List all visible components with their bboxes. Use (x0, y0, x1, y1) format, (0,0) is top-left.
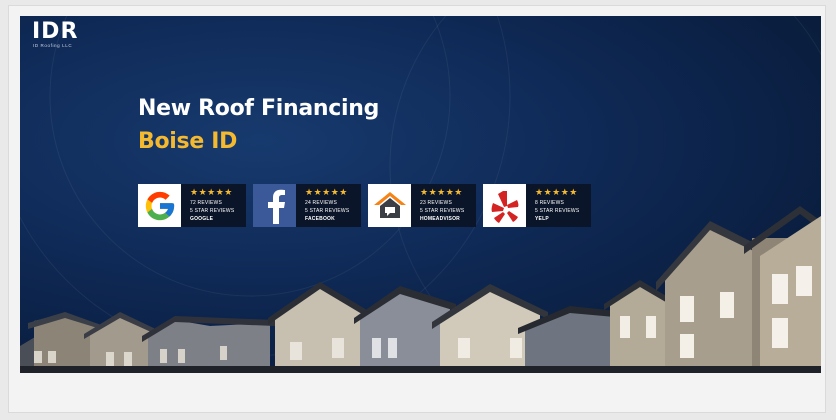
rating-stars: ★★★★★ (305, 187, 348, 197)
review-rating: 5 STAR REVIEWS (535, 208, 580, 214)
review-source: HOMEADVISOR (420, 216, 460, 222)
rating-stars: ★★★★★ (420, 187, 463, 197)
review-rating: 5 STAR REVIEWS (190, 208, 235, 214)
review-badge-facebook[interactable]: ★★★★★ 24 REVIEWS 5 STAR REVIEWS FACEBOOK (253, 184, 361, 227)
hero-subtitle: Boise ID (138, 129, 238, 154)
review-source: GOOGLE (190, 216, 214, 222)
review-badge-google[interactable]: ★★★★★ 72 REVIEWS 5 STAR REVIEWS GOOGLE (138, 184, 246, 227)
yelp-icon (483, 184, 526, 227)
rating-stars: ★★★★★ (535, 187, 578, 197)
hero-banner: IDR ID Roofing LLC New Roof Financing Bo… (20, 16, 821, 373)
hero-title: New Roof Financing (138, 96, 380, 121)
review-rating: 5 STAR REVIEWS (305, 208, 350, 214)
review-badge-yelp[interactable]: ★★★★★ 8 REVIEWS 5 STAR REVIEWS YELP (483, 184, 591, 227)
logo-subtext: ID Roofing LLC (33, 43, 73, 48)
review-rating: 5 STAR REVIEWS (420, 208, 465, 214)
review-count: 23 REVIEWS (420, 200, 453, 206)
company-logo[interactable]: IDR ID Roofing LLC (32, 20, 94, 50)
review-source: YELP (535, 216, 549, 222)
google-icon (138, 184, 181, 227)
logo-text: IDR (32, 19, 79, 44)
review-count: 8 REVIEWS (535, 200, 565, 206)
homeadvisor-icon (368, 184, 411, 227)
review-count: 72 REVIEWS (190, 200, 223, 206)
review-count: 24 REVIEWS (305, 200, 338, 206)
facebook-icon (253, 184, 296, 227)
review-badge-homeadvisor[interactable]: ★★★★★ 23 REVIEWS 5 STAR REVIEWS HOMEADVI… (368, 184, 476, 227)
review-source: FACEBOOK (305, 216, 335, 222)
rating-stars: ★★★★★ (190, 187, 233, 197)
